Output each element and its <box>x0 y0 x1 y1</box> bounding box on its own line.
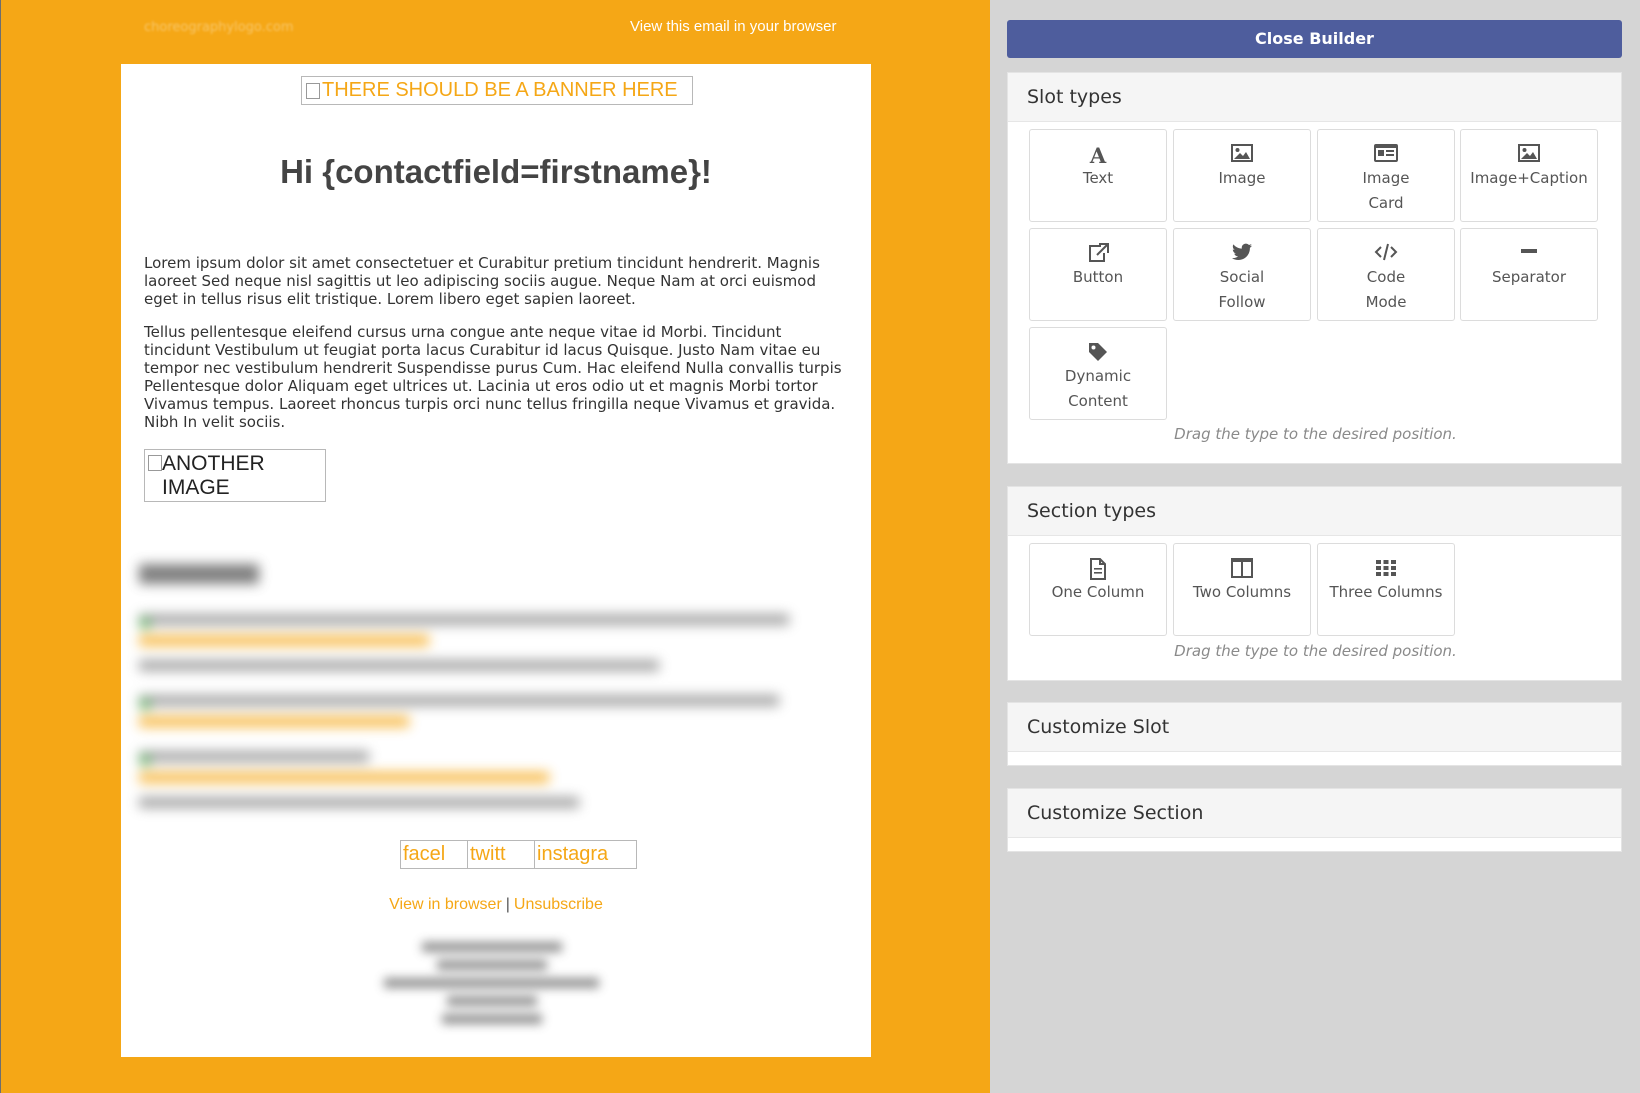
image-card-icon <box>1318 144 1454 166</box>
slot-types-hint: Drag the type to the desired position. <box>1174 425 1457 443</box>
banner-image[interactable]: THERE SHOULD BE A BANNER HERE <box>301 76 693 105</box>
close-builder-button[interactable]: Close Builder <box>1007 20 1622 58</box>
customize-slot-title[interactable]: Customize Slot <box>1008 703 1621 752</box>
code-icon <box>1318 243 1454 265</box>
banner-alt-text: THERE SHOULD BE A BANNER HERE <box>322 79 678 101</box>
email-preview: choreographylogo.com View this email in … <box>0 0 990 1093</box>
section-type-label: One Column <box>1051 583 1145 601</box>
customize-slot-panel: Customize Slot <box>1007 702 1622 766</box>
facebook-image-link[interactable]: facel <box>401 841 468 868</box>
file-icon <box>1030 558 1166 580</box>
slot-type-text[interactable]: A Text <box>1029 129 1167 222</box>
body-paragraph-1[interactable]: Lorem ipsum dolor sit amet consectetuer … <box>144 254 849 308</box>
section-type-one-column[interactable]: One Column <box>1029 543 1167 636</box>
another-image-alt-text: ANOTHER IMAGE <box>162 452 265 499</box>
slot-type-social-follow[interactable]: Social Follow <box>1173 228 1311 321</box>
view-in-browser-top-link[interactable]: View this email in your browser <box>630 18 836 35</box>
blurred-content-block <box>139 544 839 874</box>
slot-types-panel: Slot types A Text Image Image Card Image… <box>1007 72 1622 464</box>
view-in-browser-link[interactable]: View in browser <box>389 896 502 913</box>
section-type-three-columns[interactable]: Three Columns <box>1317 543 1455 636</box>
slot-types-title: Slot types <box>1008 73 1621 122</box>
unsubscribe-link[interactable]: Unsubscribe <box>514 896 603 913</box>
slot-type-separator[interactable]: Separator <box>1460 228 1598 321</box>
footer-links: View in browser | Unsubscribe <box>121 896 871 914</box>
external-link-icon <box>1030 243 1166 265</box>
blurred-address-block <box>379 934 604 1034</box>
slot-type-label: Image+Caption <box>1470 169 1588 187</box>
section-type-label: Two Columns <box>1192 583 1292 601</box>
section-types-panel: Section types One Column Two Columns Thr… <box>1007 486 1622 681</box>
image-caption-icon <box>1461 144 1597 166</box>
section-types-title: Section types <box>1008 487 1621 536</box>
slot-type-label: Dynamic Content <box>1064 367 1132 410</box>
broken-image-icon <box>148 455 162 471</box>
social-icons-row: facel twitt instagra <box>400 840 637 869</box>
slot-type-code-mode[interactable]: Code Mode <box>1317 228 1455 321</box>
text-icon: A <box>1030 144 1166 166</box>
slot-type-label: Text <box>1082 169 1114 187</box>
body-paragraph-2[interactable]: Tellus pellentesque eleifend cursus urna… <box>144 323 849 431</box>
tag-icon <box>1030 342 1166 364</box>
section-type-two-columns[interactable]: Two Columns <box>1173 543 1311 636</box>
customize-section-title[interactable]: Customize Section <box>1008 789 1621 838</box>
svg-text:A: A <box>1089 144 1107 166</box>
slot-type-label: Image <box>1218 169 1266 187</box>
slot-type-label: Image Card <box>1362 169 1410 212</box>
email-content-card: THERE SHOULD BE A BANNER HERE Hi {contac… <box>121 64 871 1057</box>
slot-type-button[interactable]: Button <box>1029 228 1167 321</box>
preview-edge <box>0 0 1 1093</box>
slot-type-image[interactable]: Image <box>1173 129 1311 222</box>
instagram-image-link[interactable]: instagra <box>535 841 636 868</box>
section-type-label: Three Columns <box>1329 583 1443 601</box>
slot-type-label: Code Mode <box>1365 268 1407 311</box>
footer-separator: | <box>505 896 510 913</box>
twitter-icon <box>1174 243 1310 265</box>
slot-type-image-card[interactable]: Image Card <box>1317 129 1455 222</box>
topbar-logo: choreographylogo.com <box>144 20 294 35</box>
builder-panel: Close Builder Slot types A Text Image Im… <box>990 0 1640 1093</box>
slot-type-label: Button <box>1072 268 1124 286</box>
email-topbar: choreographylogo.com View this email in … <box>0 0 990 56</box>
section-types-hint: Drag the type to the desired position. <box>1174 642 1457 660</box>
slot-type-label: Social Follow <box>1218 268 1266 311</box>
broken-image-icon <box>306 82 320 99</box>
slot-type-label: Separator <box>1491 268 1567 286</box>
slot-type-dynamic-content[interactable]: Dynamic Content <box>1029 327 1167 420</box>
grid-icon <box>1318 558 1454 580</box>
customize-section-panel: Customize Section <box>1007 788 1622 852</box>
slot-type-image-caption[interactable]: Image+Caption <box>1460 129 1598 222</box>
another-image[interactable]: ANOTHER IMAGE <box>144 449 326 502</box>
greeting-heading[interactable]: Hi {contactfield=firstname}! <box>121 153 871 191</box>
twitter-image-link[interactable]: twitt <box>468 841 535 868</box>
minus-icon <box>1461 243 1597 265</box>
columns-icon <box>1174 558 1310 580</box>
image-icon <box>1174 144 1310 166</box>
